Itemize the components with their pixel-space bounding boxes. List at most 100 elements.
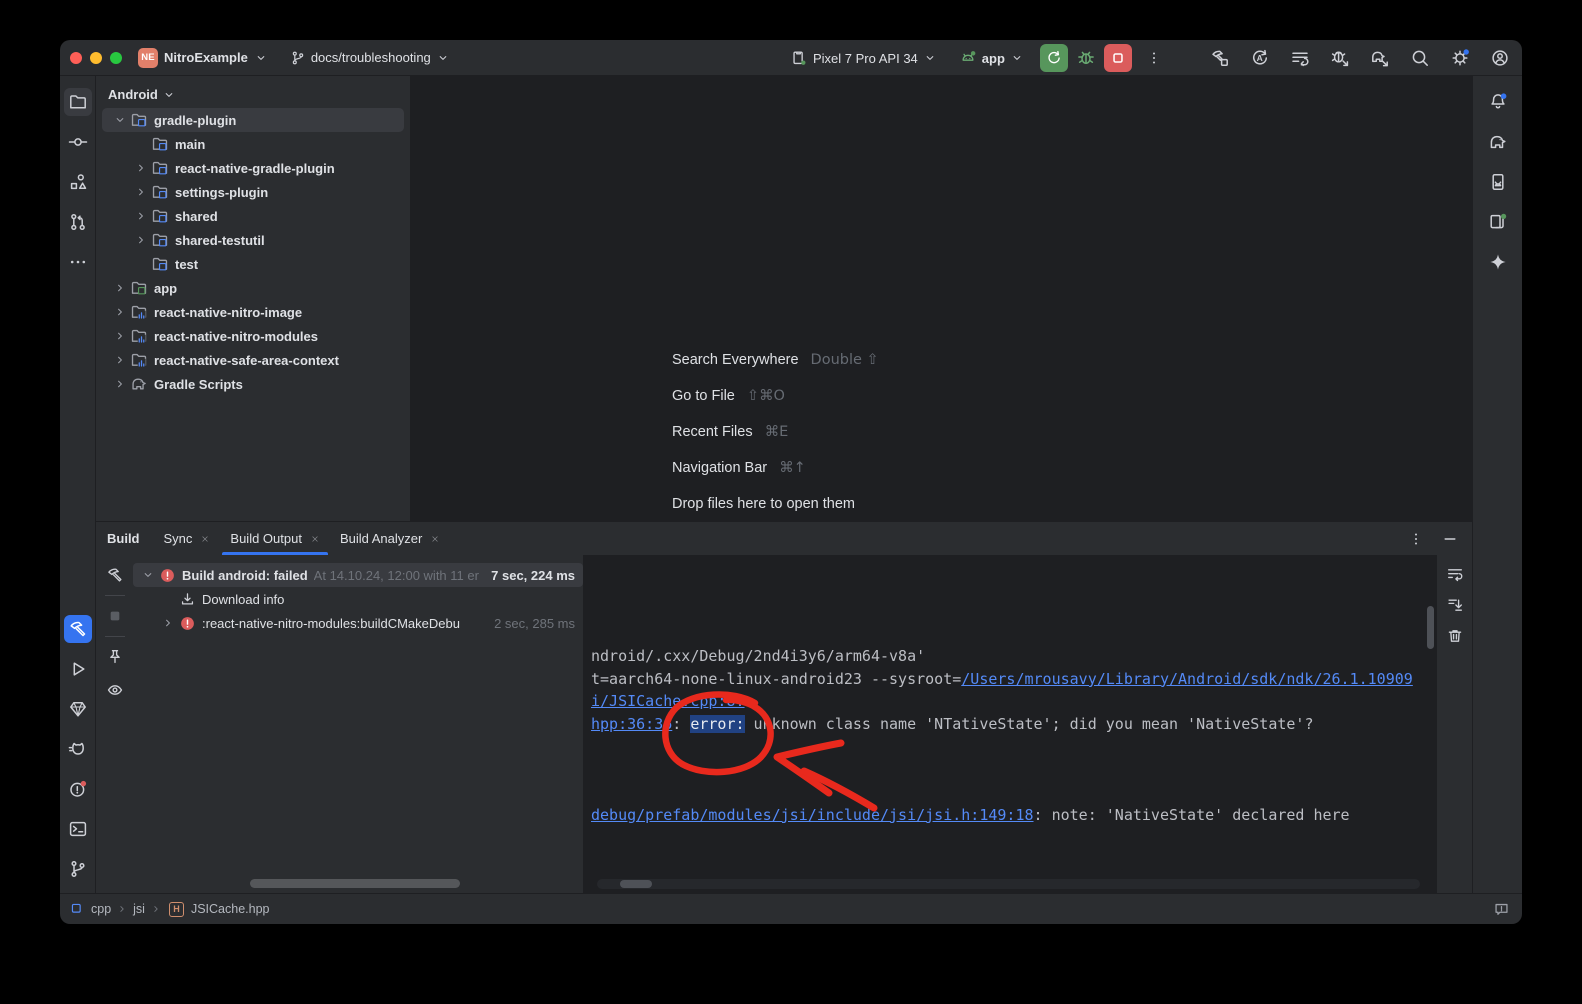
tool-button-terminal[interactable] bbox=[64, 815, 92, 843]
tree-item-main[interactable]: main bbox=[102, 132, 404, 156]
tool-button-build-tool[interactable] bbox=[64, 615, 92, 643]
preview-icon bbox=[106, 681, 124, 699]
tool-button-run[interactable] bbox=[64, 655, 92, 683]
tree-item-settings-plugin[interactable]: settings-plugin bbox=[102, 180, 404, 204]
stop-button[interactable] bbox=[1104, 44, 1132, 72]
build-node-build-android-failed[interactable]: Build android: failedAt 14.10.24, 12:00 … bbox=[133, 563, 583, 587]
build-options-button[interactable] bbox=[1408, 531, 1424, 547]
tool-button-version-control[interactable] bbox=[64, 855, 92, 883]
settings-icon[interactable] bbox=[1450, 48, 1470, 68]
tool-button-gemini[interactable] bbox=[1484, 248, 1512, 276]
console-button-scroll-to-end[interactable] bbox=[1443, 593, 1467, 617]
breadcrumb-jsi[interactable]: jsi bbox=[133, 902, 145, 916]
rebuild-icon bbox=[106, 566, 124, 584]
console-link[interactable]: i/JSICache.cpp:8: bbox=[591, 692, 745, 710]
console-link[interactable]: /Users/mrousavy/Library/Android/sdk/ndk/… bbox=[961, 670, 1413, 688]
chevron-down-icon[interactable] bbox=[141, 568, 155, 582]
gradle-sync-icon[interactable] bbox=[1370, 48, 1390, 68]
tool-button-gradle[interactable] bbox=[1484, 128, 1512, 156]
tool-button-running-devices[interactable] bbox=[1484, 168, 1512, 196]
tool-button-problems[interactable] bbox=[64, 775, 92, 803]
rerun-button[interactable] bbox=[1040, 44, 1068, 72]
debug-button[interactable] bbox=[1076, 48, 1096, 68]
console-hscrollbar[interactable] bbox=[597, 879, 1420, 889]
attach-debugger-icon[interactable] bbox=[1330, 48, 1350, 68]
close-window-button[interactable] bbox=[70, 52, 82, 64]
tab-build-analyzer[interactable]: Build Analyzer bbox=[330, 522, 450, 555]
tree-item-react-native-nitro-modules[interactable]: react-native-nitro-modules bbox=[102, 324, 404, 348]
chevron-right-icon[interactable] bbox=[161, 616, 175, 630]
project-view-selector[interactable]: Android bbox=[96, 76, 410, 108]
console-link[interactable]: debug/prefab/modules/jsi/include/jsi/jsi… bbox=[591, 806, 1034, 824]
chevron-right-icon[interactable] bbox=[134, 233, 148, 247]
console-button-rebuild[interactable] bbox=[102, 562, 128, 588]
console-button-soft-wrap[interactable] bbox=[1443, 562, 1467, 586]
tree-item-label: test bbox=[175, 257, 198, 272]
console-hscrollbar-thumb[interactable] bbox=[620, 880, 652, 888]
tree-item-shared-testutil[interactable]: shared-testutil bbox=[102, 228, 404, 252]
chevron-right-icon[interactable] bbox=[113, 329, 127, 343]
zoom-window-button[interactable] bbox=[110, 52, 122, 64]
tool-button-app-insights[interactable] bbox=[64, 695, 92, 723]
tool-button-structure[interactable] bbox=[64, 168, 92, 196]
minimize-window-button[interactable] bbox=[90, 52, 102, 64]
build-tree-hscrollbar[interactable] bbox=[250, 879, 460, 888]
build-node-react-native-nitro-modules-buildcmakedebu[interactable]: :react-native-nitro-modules:buildCMakeDe… bbox=[133, 611, 583, 635]
more-actions-button[interactable] bbox=[1146, 50, 1162, 66]
console-button-clear[interactable] bbox=[1443, 624, 1467, 648]
close-icon[interactable] bbox=[430, 534, 440, 544]
chevron-down-icon[interactable] bbox=[113, 113, 127, 127]
run-config-selector[interactable]: app bbox=[959, 49, 1024, 67]
chevron-right-icon[interactable] bbox=[134, 161, 148, 175]
console-button-pin[interactable] bbox=[102, 644, 128, 670]
chevron-right-icon[interactable] bbox=[134, 185, 148, 199]
close-icon[interactable] bbox=[200, 534, 210, 544]
tree-item-gradle-plugin[interactable]: gradle-plugin bbox=[102, 108, 404, 132]
tree-item-test[interactable]: test bbox=[102, 252, 404, 276]
tree-item-react-native-gradle-plugin[interactable]: react-native-gradle-plugin bbox=[102, 156, 404, 180]
hide-panel-button[interactable] bbox=[1442, 531, 1458, 547]
chevron-right-icon[interactable] bbox=[113, 377, 127, 391]
tool-button-commit[interactable] bbox=[64, 128, 92, 156]
breadcrumb-cpp[interactable]: cpp bbox=[91, 902, 111, 916]
tool-button-device-manager[interactable] bbox=[1484, 208, 1512, 236]
tab-build-output[interactable]: Build Output bbox=[220, 522, 330, 555]
chevron-right-icon[interactable] bbox=[113, 305, 127, 319]
tool-button-more[interactable] bbox=[64, 248, 92, 276]
toolbar-divider bbox=[105, 636, 125, 637]
build-icon[interactable] bbox=[1210, 48, 1230, 68]
chevron-right-icon[interactable] bbox=[134, 209, 148, 223]
event-log-icon[interactable] bbox=[1493, 901, 1510, 918]
apply-code-changes-icon[interactable] bbox=[1290, 48, 1310, 68]
console-button-stop-disabled[interactable] bbox=[102, 603, 128, 629]
search-icon[interactable] bbox=[1410, 48, 1430, 68]
close-icon[interactable] bbox=[310, 534, 320, 544]
tree-item-shared[interactable]: shared bbox=[102, 204, 404, 228]
build-node-download-info[interactable]: Download info bbox=[133, 587, 583, 611]
profile-icon[interactable] bbox=[1490, 48, 1510, 68]
branch-selector[interactable]: docs/troubleshooting bbox=[290, 50, 450, 66]
apply-changes-icon[interactable]: A bbox=[1250, 48, 1270, 68]
breadcrumb-file[interactable]: JSICache.hpp bbox=[191, 902, 270, 916]
tab-sync[interactable]: Sync bbox=[154, 522, 221, 555]
console-line: i/JSICache.cpp:8: bbox=[591, 690, 1413, 713]
tool-button-pull-requests[interactable] bbox=[64, 208, 92, 236]
tree-item-react-native-safe-area-context[interactable]: react-native-safe-area-context bbox=[102, 348, 404, 372]
shortcut-hint-drop-files-here-to-open-them: Drop files here to open them bbox=[672, 496, 879, 518]
shortcut-keys: ⌘E bbox=[765, 424, 789, 440]
project-selector[interactable]: NE NitroExample bbox=[138, 48, 268, 68]
tool-button-notifications[interactable] bbox=[1484, 88, 1512, 116]
module-green-icon bbox=[130, 279, 148, 297]
tree-item-gradle-scripts[interactable]: Gradle Scripts bbox=[102, 372, 404, 396]
tree-item-react-native-nitro-image[interactable]: react-native-nitro-image bbox=[102, 300, 404, 324]
tree-item-label: react-native-nitro-image bbox=[154, 305, 302, 320]
tool-button-project[interactable] bbox=[64, 88, 92, 116]
tree-item-app[interactable]: app bbox=[102, 276, 404, 300]
tool-button-logcat[interactable] bbox=[64, 735, 92, 763]
device-selector[interactable]: Pixel 7 Pro API 34 bbox=[790, 49, 937, 67]
console-vscrollbar[interactable] bbox=[1427, 606, 1434, 649]
console-button-preview[interactable] bbox=[102, 677, 128, 703]
chevron-right-icon[interactable] bbox=[113, 281, 127, 295]
console-link[interactable]: hpp:36:36 bbox=[591, 715, 672, 733]
chevron-right-icon[interactable] bbox=[113, 353, 127, 367]
